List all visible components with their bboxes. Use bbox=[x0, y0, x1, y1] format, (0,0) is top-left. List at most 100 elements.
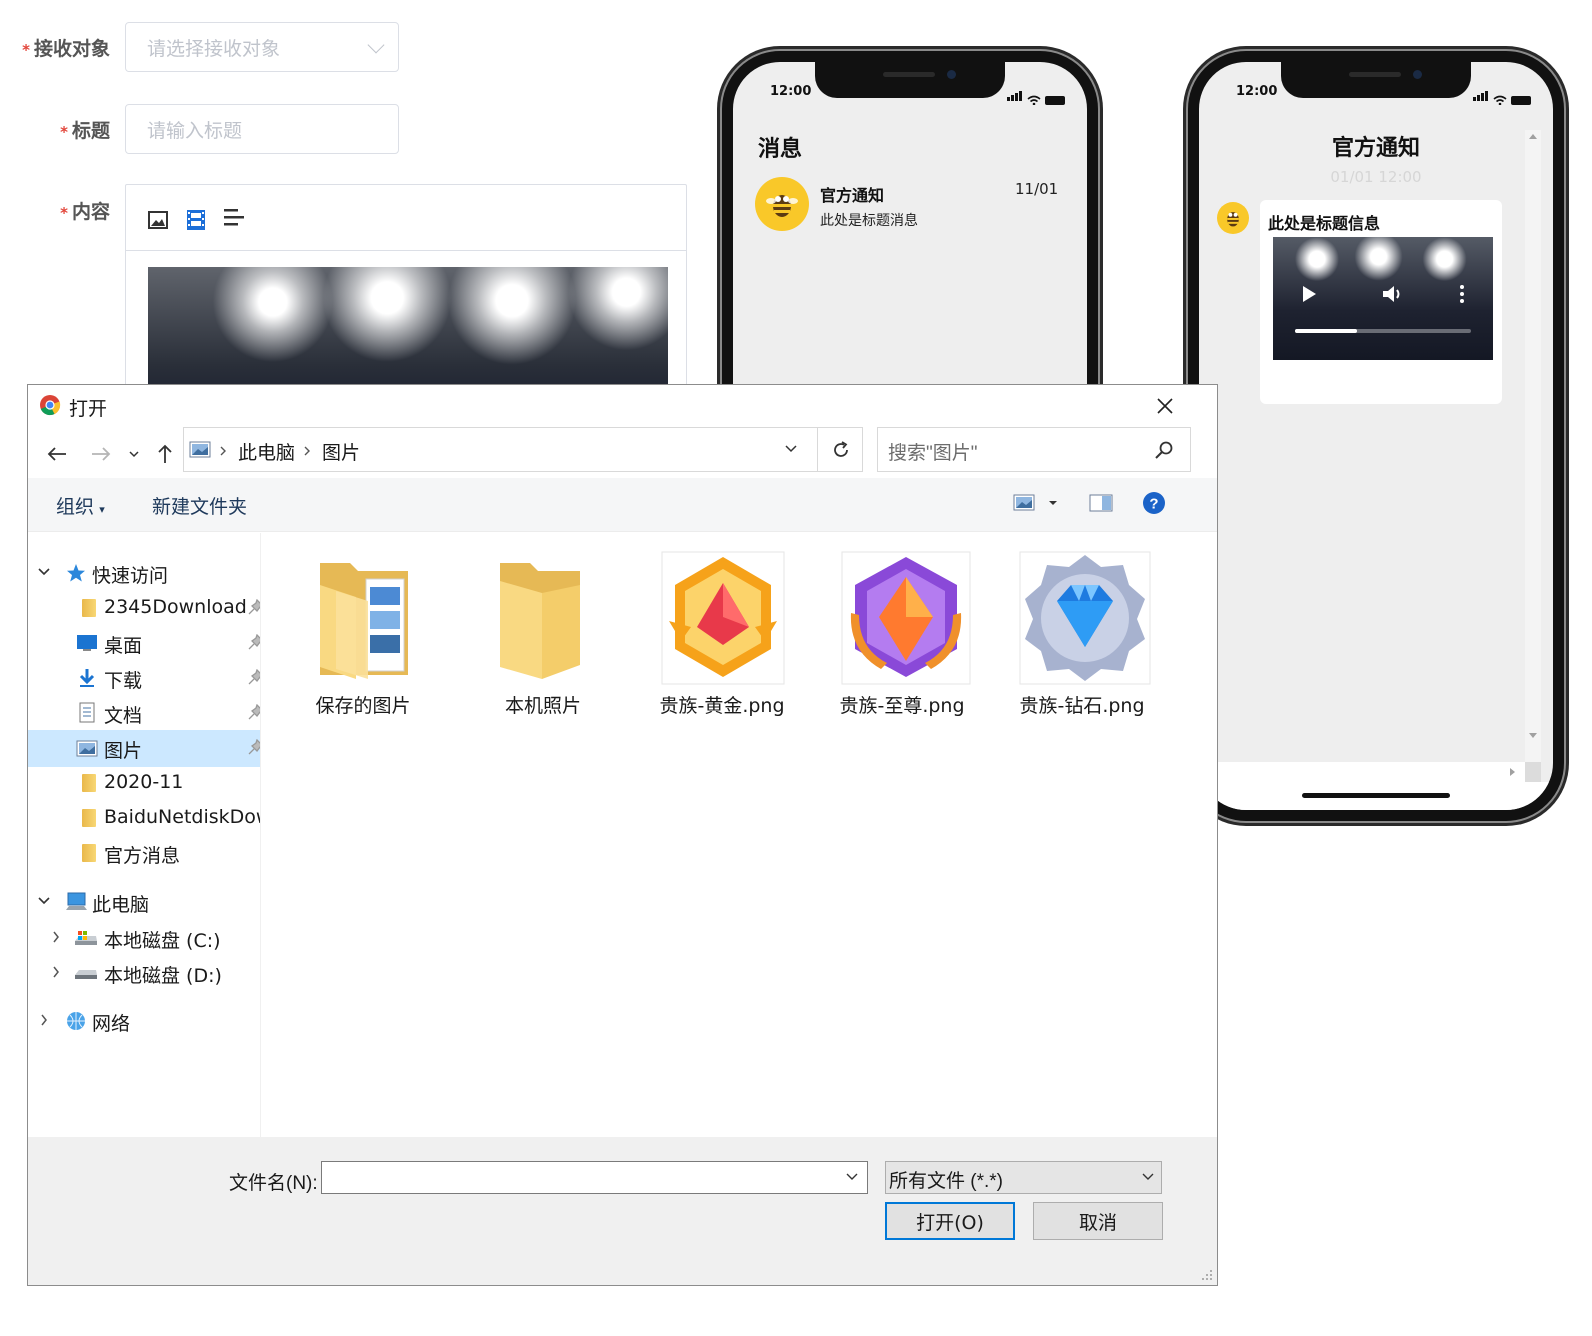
pin-icon[interactable] bbox=[248, 599, 261, 617]
drive-c-icon bbox=[75, 931, 97, 945]
filename-input[interactable] bbox=[321, 1161, 868, 1194]
video-player[interactable] bbox=[1273, 237, 1493, 360]
file-tile-badge-gold[interactable]: 贵族-黄金.png bbox=[637, 551, 807, 717]
new-folder-button[interactable]: 新建文件夹 bbox=[152, 492, 247, 519]
recipient-select[interactable]: 请选择接收对象 bbox=[125, 22, 399, 72]
phone-notch bbox=[815, 62, 1005, 98]
file-tile-badge-supreme[interactable]: 贵族-至尊.png bbox=[817, 551, 987, 717]
nav-item-official-messages[interactable]: 官方消息 bbox=[28, 835, 260, 872]
signal-icon bbox=[1473, 86, 1489, 105]
nav-quick-access[interactable]: 快速访问 bbox=[28, 555, 260, 592]
nav-this-pc[interactable]: 此电脑 bbox=[28, 884, 260, 921]
pin-icon[interactable] bbox=[248, 634, 261, 652]
address-dropdown-icon[interactable] bbox=[784, 444, 798, 454]
file-type-filter-select[interactable]: 所有文件 (*.*) bbox=[885, 1161, 1162, 1194]
view-options-chevron-icon[interactable] bbox=[1048, 500, 1058, 506]
file-open-dialog: 打开 此电脑 图片 搜索"图片" 组织 ▾ 新建文件夹 ? 快速访问 2345D… bbox=[27, 384, 1218, 1286]
more-options-icon[interactable] bbox=[1459, 283, 1465, 305]
nav-drive-c[interactable]: 本地磁盘 (C:) bbox=[28, 920, 260, 957]
video-icon[interactable] bbox=[186, 209, 206, 231]
chevron-right-icon[interactable] bbox=[52, 931, 60, 943]
breadcrumb-this-pc[interactable]: 此电脑 bbox=[238, 438, 295, 465]
play-icon[interactable] bbox=[1301, 285, 1317, 303]
star-icon bbox=[67, 564, 85, 582]
nav-item-downloads[interactable]: 下载 bbox=[28, 660, 261, 697]
chevron-down-icon[interactable] bbox=[846, 1173, 858, 1181]
pin-icon[interactable] bbox=[248, 704, 261, 722]
badge-gold-icon bbox=[661, 551, 785, 685]
notice-bubble: 此处是标题信息 bbox=[1260, 200, 1502, 404]
nav-quick-access-label: 快速访问 bbox=[92, 565, 169, 587]
nav-item-2020-11[interactable]: 2020-11 bbox=[28, 765, 260, 802]
download-icon bbox=[79, 669, 95, 687]
document-icon bbox=[79, 702, 95, 723]
svg-text:?: ? bbox=[1149, 496, 1158, 513]
search-placeholder: 搜索"图片" bbox=[888, 443, 978, 464]
change-view-icon[interactable] bbox=[1013, 494, 1035, 511]
content-label: * 内容 bbox=[60, 201, 110, 223]
file-tile-saved-pictures[interactable]: 保存的图片 bbox=[278, 557, 448, 717]
battery-icon bbox=[1511, 96, 1531, 105]
folder-with-pictures-icon bbox=[320, 563, 408, 679]
align-left-icon[interactable] bbox=[224, 207, 244, 227]
message-date: 11/01 bbox=[1015, 180, 1059, 198]
folder-icon bbox=[82, 844, 96, 862]
preview-pane-icon[interactable] bbox=[1089, 494, 1113, 512]
pictures-icon bbox=[76, 740, 98, 757]
organize-menu[interactable]: 组织 ▾ bbox=[56, 492, 105, 519]
nav-drive-d[interactable]: 本地磁盘 (D:) bbox=[28, 955, 260, 992]
nav-item-documents[interactable]: 文档 bbox=[28, 695, 261, 732]
search-box[interactable]: 搜索"图片" bbox=[877, 427, 1191, 472]
message-preview: 此处是标题消息 bbox=[820, 213, 918, 229]
up-arrow-icon[interactable] bbox=[156, 443, 174, 465]
scroll-up-icon[interactable] bbox=[1528, 132, 1538, 140]
message-title: 官方通知 bbox=[820, 186, 885, 205]
forward-arrow-icon[interactable] bbox=[90, 445, 112, 463]
title-input[interactable]: 请输入标题 bbox=[125, 104, 399, 154]
recent-locations-chevron-icon[interactable] bbox=[128, 449, 140, 459]
chevron-down-icon[interactable] bbox=[1142, 1173, 1154, 1181]
drive-d-label: 本地磁盘 (D:) bbox=[104, 965, 222, 987]
bee-avatar-icon bbox=[755, 177, 809, 231]
video-progress-fill bbox=[1295, 329, 1357, 333]
image-icon[interactable] bbox=[148, 211, 168, 229]
breadcrumb-separator-icon bbox=[304, 446, 310, 456]
message-list-item[interactable]: 官方通知 此处是标题消息 11/01 bbox=[751, 177, 1071, 237]
notice-timestamp: 01/01 12:00 bbox=[1330, 168, 1422, 186]
pin-icon[interactable] bbox=[248, 739, 261, 757]
status-time: 12:00 bbox=[770, 84, 812, 99]
cancel-button[interactable]: 取消 bbox=[1033, 1202, 1163, 1240]
scroll-right-icon[interactable] bbox=[1509, 767, 1517, 777]
video-progress-track[interactable] bbox=[1295, 329, 1471, 333]
chevron-down-icon[interactable] bbox=[38, 897, 50, 905]
horizontal-scrollbar[interactable] bbox=[1199, 762, 1525, 782]
vertical-scrollbar[interactable] bbox=[1525, 130, 1541, 772]
chevron-down-icon[interactable] bbox=[38, 568, 50, 576]
nav-network[interactable]: 网络 bbox=[28, 1003, 260, 1040]
volume-icon[interactable] bbox=[1381, 283, 1405, 305]
close-icon[interactable] bbox=[1156, 397, 1174, 415]
nav-item-baidunetdisk[interactable]: BaiduNetdiskDownload bbox=[28, 800, 260, 837]
scroll-down-icon[interactable] bbox=[1528, 732, 1538, 740]
help-icon[interactable]: ? bbox=[1142, 491, 1166, 515]
breadcrumb-pictures[interactable]: 图片 bbox=[322, 438, 360, 465]
badge-diamond-icon bbox=[1019, 551, 1151, 685]
refresh-button[interactable] bbox=[817, 427, 863, 472]
open-button[interactable]: 打开(O) bbox=[885, 1202, 1015, 1240]
nav-item-pictures[interactable]: 图片 bbox=[28, 730, 261, 767]
resize-grip-icon[interactable] bbox=[1201, 1269, 1213, 1281]
file-tile-badge-diamond[interactable]: 贵族-钻石.png bbox=[997, 551, 1167, 717]
breadcrumb-separator-icon bbox=[220, 446, 226, 456]
file-tile-local-photos[interactable]: 本机照片 bbox=[458, 557, 628, 717]
file-list-pane: 保存的图片 本机照片 贵族-黄金.png 贵族-至尊.png 贵族-钻石.png bbox=[262, 533, 1217, 1137]
chevron-right-icon[interactable] bbox=[52, 966, 60, 978]
pin-icon[interactable] bbox=[248, 669, 261, 687]
computer-icon bbox=[66, 892, 87, 910]
rich-text-editor[interactable] bbox=[125, 184, 687, 394]
chevron-right-icon[interactable] bbox=[40, 1014, 48, 1026]
folder-icon bbox=[82, 809, 96, 827]
nav-item-2345download[interactable]: 2345Download bbox=[28, 590, 261, 627]
back-arrow-icon[interactable] bbox=[46, 445, 68, 463]
address-bar[interactable]: 此电脑 图片 bbox=[183, 427, 818, 472]
nav-item-desktop[interactable]: 桌面 bbox=[28, 625, 261, 662]
